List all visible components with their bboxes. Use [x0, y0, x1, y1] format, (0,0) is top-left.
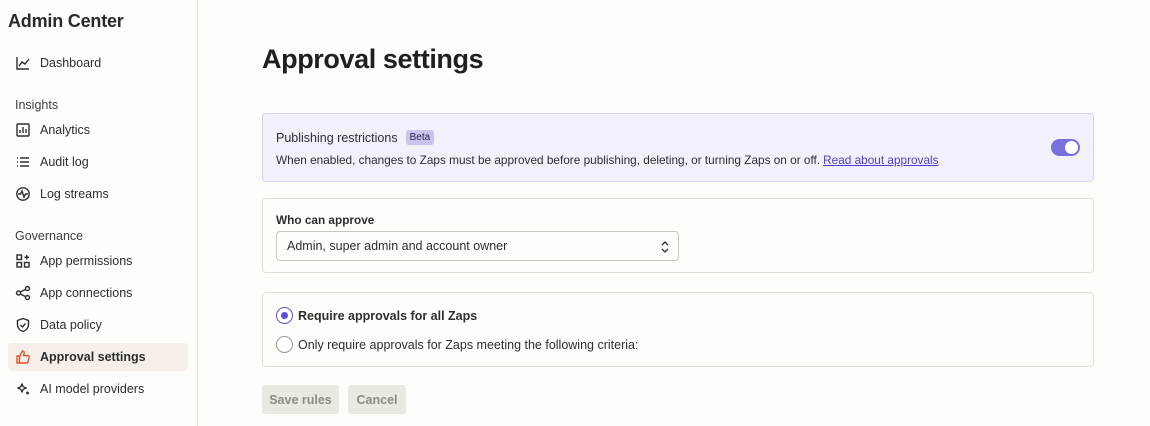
chevron-up-down-icon	[661, 241, 669, 253]
sidebar-item-label: Data policy	[40, 318, 102, 332]
page-title: Approval settings	[262, 44, 484, 74]
publishing-restrictions-toggle[interactable]	[1051, 139, 1080, 156]
sidebar-item-label: App permissions	[40, 254, 133, 268]
approval-scope-card: Require approvals for all Zaps Only requ…	[262, 292, 1094, 367]
section-title-governance: Governance	[15, 229, 84, 243]
approver-select-value: Admin, super admin and account owner	[287, 239, 508, 253]
grid-plus-icon	[15, 253, 31, 269]
cancel-button[interactable]: Cancel	[348, 385, 406, 414]
restrictions-description: When enabled, changes to Zaps must be ap…	[276, 153, 939, 167]
restrictions-description-text: When enabled, changes to Zaps must be ap…	[276, 153, 821, 167]
beta-badge: Beta	[405, 130, 435, 145]
sidebar-item-label: Audit log	[40, 155, 89, 169]
sidebar-item-audit-log[interactable]: Audit log	[8, 148, 188, 176]
sidebar-item-label: Log streams	[40, 187, 109, 201]
radio-label: Require approvals for all Zaps	[298, 308, 478, 323]
section-title-insights: Insights	[15, 98, 59, 112]
pulse-icon	[15, 186, 31, 202]
radio-button-unchecked[interactable]	[276, 336, 293, 353]
thumbs-up-icon	[15, 349, 31, 365]
radio-require-all[interactable]: Require approvals for all Zaps	[276, 307, 477, 324]
sidebar-item-label: AI model providers	[40, 382, 145, 396]
toggle-knob	[1065, 141, 1078, 154]
sidebar-item-label: Dashboard	[40, 56, 102, 70]
radio-require-criteria[interactable]: Only require approvals for Zaps meeting …	[276, 336, 638, 353]
sparkle-icon	[15, 381, 31, 397]
radio-label: Only require approvals for Zaps meeting …	[298, 337, 639, 352]
sidebar-item-approval-settings[interactable]: Approval settings	[8, 343, 188, 371]
sidebar-item-label: App connections	[40, 286, 133, 300]
radio-button-checked[interactable]	[276, 307, 293, 324]
sidebar-item-label: Analytics	[40, 123, 91, 137]
share-nodes-icon	[15, 285, 31, 301]
main-content: Approval settings Publishing restriction…	[198, 0, 1150, 426]
sidebar-item-dashboard[interactable]: Dashboard	[8, 49, 188, 77]
sidebar-item-app-permissions[interactable]: App permissions	[8, 247, 188, 275]
sidebar-item-ai-model-providers[interactable]: AI model providers	[8, 375, 188, 403]
sidebar-item-app-connections[interactable]: App connections	[8, 279, 188, 307]
read-about-approvals-link[interactable]: Read about approvals	[823, 153, 938, 167]
sidebar-item-label: Approval settings	[40, 350, 146, 364]
shield-check-icon	[15, 317, 31, 333]
publishing-restrictions-card: Publishing restrictions Beta When enable…	[262, 113, 1094, 182]
sidebar: Admin Center Dashboard Insights Analytic…	[0, 0, 198, 426]
who-can-approve-label: Who can approve	[276, 213, 375, 227]
sidebar-item-analytics[interactable]: Analytics	[8, 116, 188, 144]
save-rules-button[interactable]: Save rules	[262, 385, 339, 414]
who-can-approve-card: Who can approve Admin, super admin and a…	[262, 198, 1094, 273]
bar-chart-icon	[15, 122, 31, 138]
restrictions-title: Publishing restrictions	[276, 130, 398, 145]
list-icon	[15, 154, 31, 170]
approver-select[interactable]: Admin, super admin and account owner	[276, 231, 679, 261]
sidebar-item-data-policy[interactable]: Data policy	[8, 311, 188, 339]
restrictions-heading: Publishing restrictions Beta	[276, 130, 435, 145]
app-root: Admin Center Dashboard Insights Analytic…	[0, 0, 1150, 426]
app-title: Admin Center	[8, 11, 124, 31]
sidebar-item-log-streams[interactable]: Log streams	[8, 180, 188, 208]
chart-line-icon	[15, 55, 31, 71]
